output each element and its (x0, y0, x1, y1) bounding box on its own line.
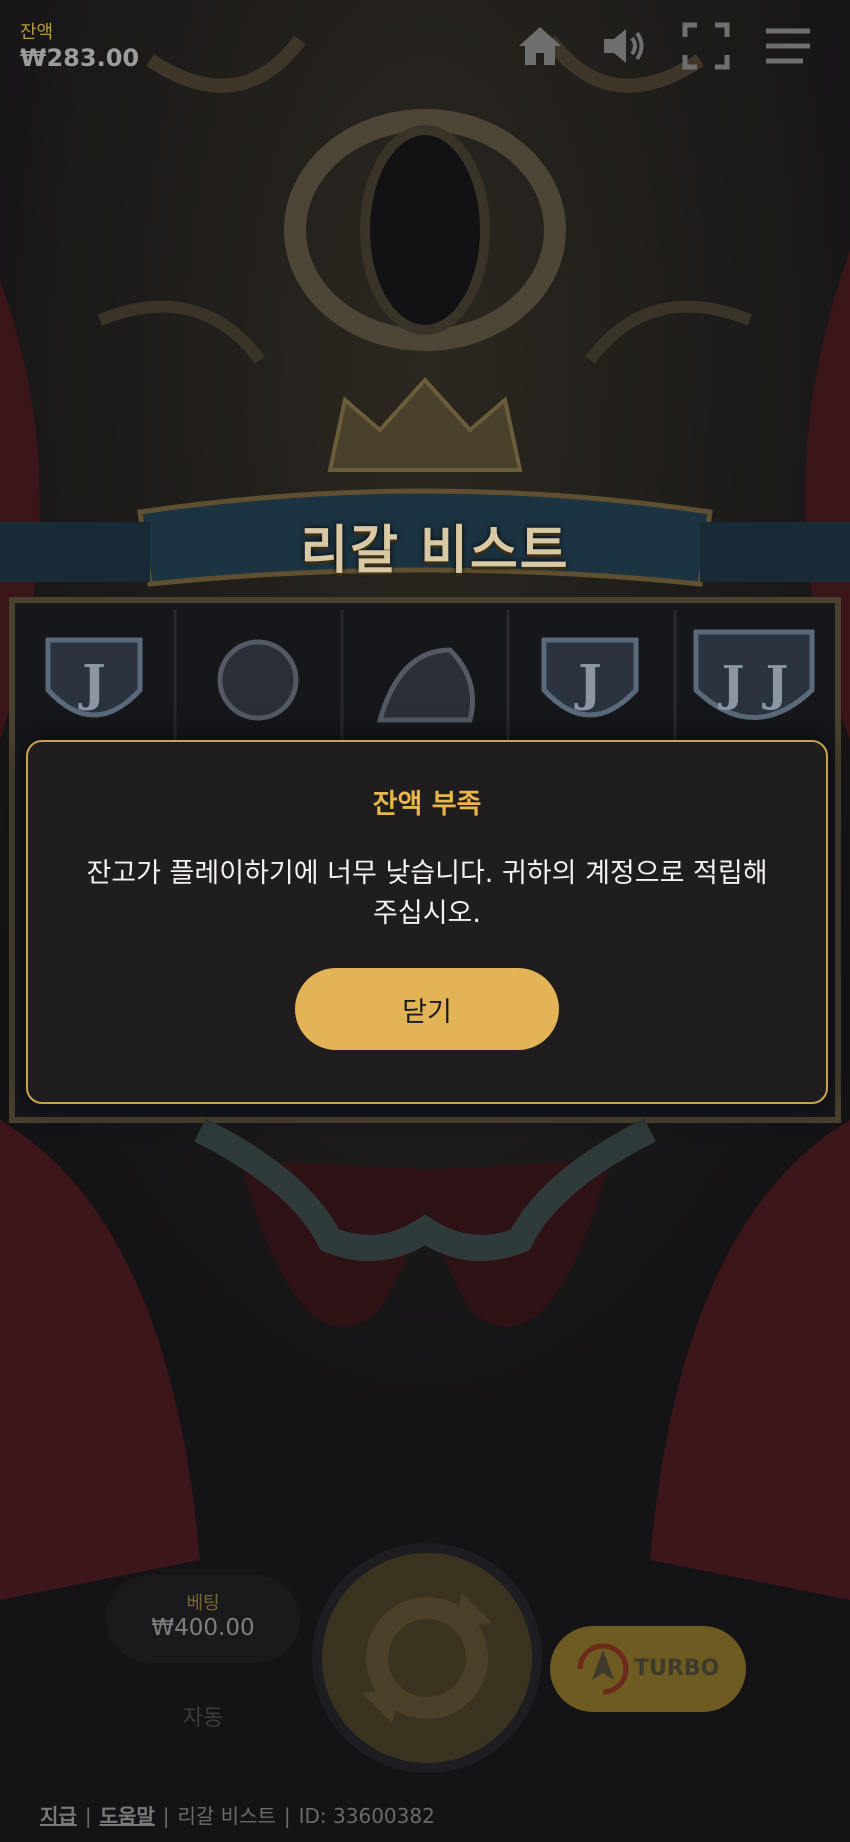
spin-button[interactable] (322, 1553, 532, 1763)
spin-arrows-icon (362, 1593, 492, 1723)
pay-table-link[interactable]: 지급 (40, 1804, 77, 1828)
auto-button[interactable]: 자동 (150, 1700, 256, 1740)
bet-value: ₩400.00 (151, 1615, 255, 1641)
dialog-title: 잔액 부족 (372, 789, 482, 820)
footer-separator: | (84, 1804, 92, 1828)
dialog-message-line-1: 잔고가 플레이하기에 너무 낮습니다. 귀하의 계정으로 적립해 (86, 858, 768, 889)
close-button[interactable]: 닫기 (295, 968, 559, 1050)
home-icon[interactable] (512, 18, 568, 74)
footer-separator: | (162, 1804, 170, 1828)
dialog-message-line-2: 주십시오. (373, 898, 481, 929)
turbo-label: TURBO (634, 1656, 720, 1681)
bet-label: 베팅 (186, 1593, 220, 1614)
turbo-button[interactable]: TURBO (550, 1626, 746, 1712)
footer-separator: | (283, 1804, 291, 1828)
dialog-message: 잔고가 플레이하기에 너무 낮습니다. 귀하의 계정으로 적립해 주십시오. (68, 854, 786, 934)
footer: 지급 | 도움말 | 리갈 비스트 | ID: 33600382 (40, 1800, 435, 1829)
balance-value: ₩283.00 (20, 44, 140, 72)
svg-text:J: J (78, 653, 106, 712)
footer-game-name: 리갈 비스트 (177, 1804, 276, 1828)
svg-text:J: J (574, 653, 602, 712)
fullscreen-icon[interactable] (678, 18, 734, 74)
sound-icon[interactable] (595, 18, 651, 74)
bet-control[interactable]: 베팅 ₩400.00 (106, 1575, 300, 1663)
game-title: 리갈 비스트 (300, 521, 570, 581)
balance-label: 잔액 (20, 22, 54, 43)
help-link[interactable]: 도움말 (100, 1804, 155, 1828)
menu-icon[interactable] (760, 18, 816, 74)
footer-session-id: ID: 33600382 (298, 1804, 435, 1828)
insufficient-balance-dialog: 잔액 부족 잔고가 플레이하기에 너무 낮습니다. 귀하의 계정으로 적립해 주… (26, 740, 828, 1104)
svg-text:J: J (762, 656, 789, 712)
svg-text:J: J (718, 656, 745, 712)
